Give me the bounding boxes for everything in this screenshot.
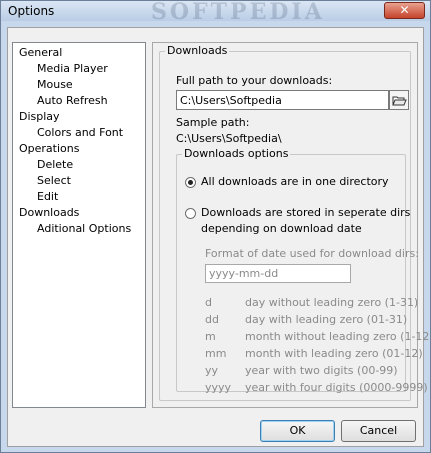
tree-item-display[interactable]: Display [19, 110, 60, 123]
tree-item-media-player[interactable]: Media Player [37, 62, 108, 75]
folder-icon [392, 96, 407, 106]
tree-item-mouse[interactable]: Mouse [37, 78, 73, 91]
window-title: Options [8, 4, 55, 18]
tree-item-edit[interactable]: Edit [37, 190, 58, 203]
ok-button[interactable]: OK [260, 420, 335, 442]
downloads-options-group: Downloads options All downloads are in o… [176, 147, 429, 394]
sample-path-label: Sample path: [176, 116, 250, 129]
watermark: SOFTPEDIA [151, 0, 325, 25]
tree-item-auto-refresh[interactable]: Auto Refresh [37, 94, 108, 107]
one-directory-label[interactable]: All downloads are in one directory [201, 175, 389, 188]
tree-item-general[interactable]: General [19, 46, 62, 59]
format-code: yy [205, 364, 219, 377]
tree-item-delete[interactable]: Delete [37, 158, 73, 171]
date-format-label: Format of date used for download dirs: [205, 247, 419, 260]
format-desc: month with leading zero (01-12) [245, 347, 423, 360]
tree-item-operations[interactable]: Operations [19, 142, 79, 155]
downloads-group-title: Downloads [165, 44, 230, 57]
dialog-client: General Media Player Mouse Auto Refresh … [7, 27, 429, 447]
format-desc: month without leading zero (1-12 [245, 330, 430, 343]
tree-item-select[interactable]: Select [37, 174, 71, 187]
path-label: Full path to your downloads: [176, 74, 333, 87]
downloads-group: Downloads Full path to your downloads: S… [159, 44, 429, 401]
settings-panel: Downloads Full path to your downloads: S… [152, 42, 429, 408]
format-code: d [205, 296, 212, 309]
separate-dirs-label-line1[interactable]: Downloads are stored in seperate dirs [201, 206, 410, 219]
format-desc: day without leading zero (1-31) [245, 296, 419, 309]
title-bar[interactable]: Options SOFTPEDIA ✕ [1, 0, 430, 25]
one-directory-radio[interactable] [185, 177, 196, 188]
format-code: m [205, 330, 216, 343]
format-desc: year with two digits (00-99) [245, 364, 398, 377]
radio-selected-dot [188, 180, 193, 185]
options-tree[interactable]: General Media Player Mouse Auto Refresh … [12, 42, 146, 408]
options-window: Options SOFTPEDIA ✕ General Media Player… [0, 0, 431, 453]
format-code: dd [205, 313, 219, 326]
ok-button-label: OK [289, 424, 306, 437]
downloads-options-title: Downloads options [182, 147, 291, 160]
format-desc: year with four digits (0000-9999) [245, 381, 428, 394]
format-code: yyyy [205, 381, 232, 394]
download-path-input[interactable] [176, 90, 389, 110]
tree-item-aditional-options[interactable]: Aditional Options [37, 222, 131, 235]
format-desc: day with leading zero (01-31) [245, 313, 408, 326]
date-format-input[interactable] [205, 264, 351, 283]
format-code: mm [205, 347, 227, 360]
separate-dirs-label-line2[interactable]: depending on download date [201, 222, 362, 235]
tree-item-downloads[interactable]: Downloads [19, 206, 79, 219]
sample-path-value: C:\Users\Softpedia\ [176, 132, 282, 145]
cancel-button-label: Cancel [359, 424, 398, 437]
browse-folder-button[interactable] [389, 90, 409, 110]
cancel-button[interactable]: Cancel [341, 420, 416, 442]
tree-item-colors-and-font[interactable]: Colors and Font [37, 126, 123, 139]
close-button[interactable]: ✕ [384, 2, 425, 19]
separate-dirs-radio[interactable] [185, 208, 196, 219]
